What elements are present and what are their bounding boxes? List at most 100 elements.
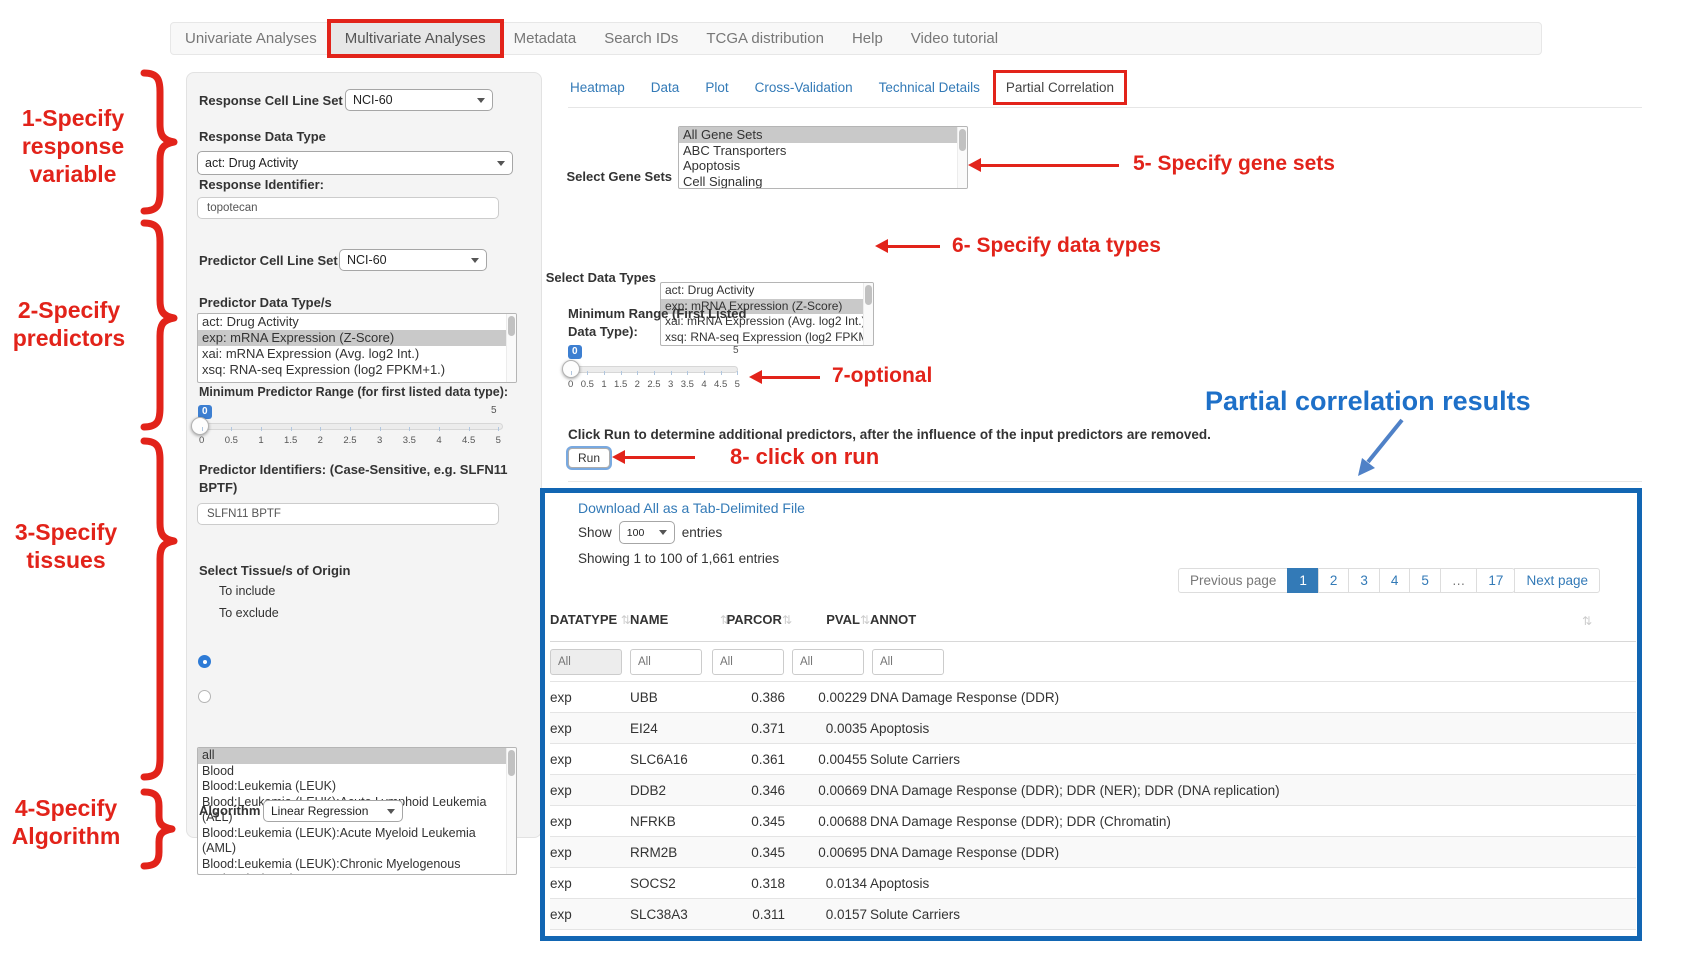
listbox-option[interactable]: ABC Transporters <box>679 143 967 159</box>
arrow-step5 <box>981 164 1119 167</box>
nav-item[interactable]: Search IDs <box>590 23 692 54</box>
predictor-identifiers-input[interactable] <box>197 503 499 525</box>
tissue-exclude-radio[interactable] <box>198 690 211 703</box>
listbox-option[interactable]: exp: mRNA Expression (Z-Score) <box>198 330 516 346</box>
table-row[interactable]: exp SLC38A3 0.311 0.0157 Solute Carriers <box>550 898 1636 929</box>
filter-annot-input[interactable] <box>872 649 944 675</box>
chevron-down-icon <box>497 161 505 166</box>
listbox-option[interactable]: Blood:Leukemia (LEUK):Chronic Myelogenou… <box>198 857 516 876</box>
predictor-cell-line-set-select[interactable]: NCI-60 <box>339 249 487 271</box>
cell-pval: 0.00669 <box>790 775 867 806</box>
nav-item[interactable]: Univariate Analyses <box>171 23 331 54</box>
tick-label: 0 <box>568 379 573 390</box>
table-row[interactable]: exp SOCS2 0.318 0.0134 Apoptosis <box>550 867 1636 898</box>
column-header-annot[interactable]: ANNOT <box>870 612 916 627</box>
run-button[interactable]: Run <box>568 448 610 468</box>
page-button[interactable]: 2 <box>1318 568 1350 593</box>
response-data-type-select[interactable]: act: Drug Activity <box>197 151 513 175</box>
annotation-line: 2-Specify <box>2 296 136 324</box>
response-cell-line-set-select[interactable]: NCI-60 <box>345 89 493 111</box>
cell-pval: 0.00229 <box>790 682 867 713</box>
listbox-option[interactable]: act: Drug Activity <box>661 283 873 299</box>
page-button[interactable]: 1 <box>1287 568 1319 593</box>
filter-pval-input[interactable] <box>792 649 864 675</box>
column-header-datatype[interactable]: DATATYPE ⇅ <box>550 612 631 627</box>
scrollbar[interactable] <box>957 127 967 188</box>
annotation-line: predictors <box>2 324 136 352</box>
filter-name-input[interactable] <box>630 649 702 675</box>
listbox-option[interactable]: Blood <box>198 764 516 780</box>
tab[interactable]: Partial Correlation <box>996 73 1124 102</box>
filter-parcor-input[interactable] <box>712 649 784 675</box>
tab[interactable]: Cross-Validation <box>755 80 853 95</box>
listbox-option[interactable]: Apoptosis <box>679 158 967 174</box>
tick-label: 2 <box>635 379 640 390</box>
scrollbar[interactable] <box>506 314 516 382</box>
sort-icon[interactable]: ⇅ <box>860 613 870 627</box>
nav-item[interactable]: Help <box>838 23 897 54</box>
download-all-link[interactable]: Download All as a Tab-Delimited File <box>578 500 805 516</box>
cell-pval: 0.00455 <box>790 744 867 775</box>
listbox-option[interactable]: xai: mRNA Expression (Avg. log2 Int.) <box>198 346 516 362</box>
table-row[interactable]: exp DDB2 0.346 0.00669 DNA Damage Respon… <box>550 774 1636 805</box>
table-row[interactable]: exp RRM2B 0.345 0.00695 DNA Damage Respo… <box>550 836 1636 867</box>
listbox-option[interactable]: Blood:Leukemia (LEUK):Acute Myeloid Leuk… <box>198 826 516 857</box>
listbox-option[interactable]: Cell Signaling <box>679 174 967 190</box>
tab[interactable]: Heatmap <box>570 80 625 95</box>
nav-item[interactable]: Multivariate Analyses <box>331 23 500 54</box>
tick-label: 0.5 <box>581 379 594 390</box>
slider-handle[interactable] <box>191 417 209 435</box>
slider-max-label: 5 <box>733 345 739 356</box>
page-length-select[interactable]: 100 <box>619 521 675 544</box>
tissue-include-radio[interactable] <box>198 655 211 668</box>
scrollbar[interactable] <box>506 748 516 874</box>
cell-parcor: 0.361 <box>700 744 785 775</box>
annotation-line: 4-Specify <box>2 794 130 822</box>
slider-handle[interactable] <box>562 360 580 378</box>
tick-label: 2.5 <box>647 379 660 390</box>
tick-label: 2.5 <box>343 435 356 446</box>
nav-item[interactable]: TCGA distribution <box>692 23 838 54</box>
listbox-option[interactable]: act: Drug Activity <box>198 314 516 330</box>
nav-item[interactable]: Metadata <box>500 23 591 54</box>
page-button[interactable]: 4 <box>1379 568 1411 593</box>
filter-datatype-input[interactable] <box>550 649 622 675</box>
tick-label: 3.5 <box>403 435 416 446</box>
table-row[interactable]: exp SLC6A16 0.361 0.00455 Solute Carrier… <box>550 743 1636 774</box>
slider-ticks: 00.511.522.533.544.55 <box>199 435 501 446</box>
tab[interactable]: Technical Details <box>879 80 980 95</box>
sort-icon[interactable]: ⇅ <box>1582 614 1592 628</box>
tab[interactable]: Plot <box>705 80 728 95</box>
slider-max-label: 5 <box>491 405 497 416</box>
listbox-option[interactable]: xsq: RNA-seq Expression (log2 FPKM+1.) <box>661 330 873 346</box>
page-button[interactable]: 17 <box>1476 568 1515 593</box>
table-row[interactable]: exp NFRKB 0.345 0.00688 DNA Damage Respo… <box>550 805 1636 836</box>
table-row[interactable]: exp UBB 0.386 0.00229 DNA Damage Respons… <box>550 681 1636 712</box>
listbox-option[interactable]: xsq: RNA-seq Expression (log2 FPKM+1.) <box>198 362 516 378</box>
entries-label: entries <box>682 525 723 540</box>
column-header-pval[interactable]: PVAL⇅ <box>790 612 870 627</box>
annotation-step2: 2-Specifypredictors <box>2 296 136 352</box>
page-button[interactable]: 5 <box>1409 568 1441 593</box>
page-button[interactable]: … <box>1440 568 1478 593</box>
nav-item[interactable]: Video tutorial <box>897 23 1012 54</box>
table-row[interactable]: exp EI24 0.371 0.0035 Apoptosis <box>550 712 1636 743</box>
next-page-button[interactable]: Next page <box>1514 568 1600 593</box>
cell-datatype: exp <box>550 899 572 930</box>
listbox-option[interactable]: Blood:Leukemia (LEUK) <box>198 779 516 795</box>
listbox-option[interactable]: All Gene Sets <box>679 127 967 143</box>
algorithm-select[interactable]: Linear Regression <box>263 800 403 822</box>
top-navigation: Univariate AnalysesMultivariate Analyses… <box>170 22 1542 55</box>
scrollbar[interactable] <box>863 283 873 345</box>
page-button[interactable]: 3 <box>1348 568 1380 593</box>
tick-label: 4 <box>701 379 706 390</box>
previous-page-button[interactable]: Previous page <box>1178 568 1288 593</box>
algorithm-label: Algorithm <box>199 803 260 818</box>
response-identifier-input[interactable] <box>197 197 499 219</box>
tab[interactable]: Data <box>651 80 680 95</box>
tick-label: 4.5 <box>462 435 475 446</box>
chevron-down-icon <box>471 258 479 263</box>
column-header-parcor[interactable]: PARCOR⇅ <box>700 612 792 627</box>
listbox-option[interactable]: all <box>198 748 516 764</box>
predictor-data-types-label: Predictor Data Type/s <box>199 295 332 310</box>
